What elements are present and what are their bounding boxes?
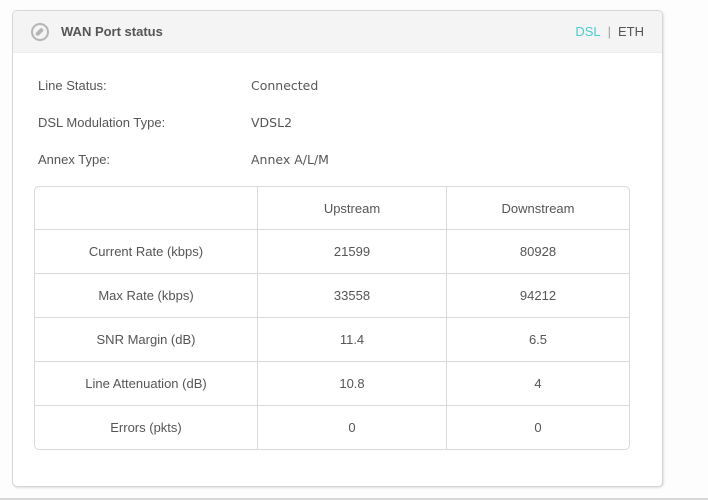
info-row-annex-type: Annex Type: Annex A/L/M — [38, 141, 662, 178]
table-row-label: SNR Margin (dB) — [35, 317, 257, 361]
wan-status-dial-icon — [31, 22, 49, 41]
table-row-snr-margin: SNR Margin (dB) 11.4 6.5 — [35, 317, 629, 361]
table-cell-upstream: 21599 — [257, 229, 446, 273]
tab-eth[interactable]: ETH — [618, 24, 644, 39]
tab-separator: | — [607, 24, 611, 39]
info-value-dsl-modulation: VDSL2 — [251, 115, 293, 130]
table-header-row: Upstream Downstream — [35, 187, 629, 229]
panel-title: WAN Port status — [61, 24, 163, 39]
dsl-stats-table: Upstream Downstream Current Rate (kbps) … — [34, 186, 630, 450]
info-label-dsl-modulation: DSL Modulation Type: — [38, 115, 166, 130]
info-label-annex-type: Annex Type: — [38, 152, 111, 167]
table-header-metric — [35, 187, 257, 229]
table-cell-downstream: 0 — [446, 405, 629, 449]
panel-body: Line Status: Connected DSL Modulation Ty… — [13, 53, 662, 450]
wan-port-status-panel: WAN Port status DSL | ETH Line Status: C… — [12, 10, 663, 487]
table-row-max-rate: Max Rate (kbps) 33558 94212 — [35, 273, 629, 317]
info-label-line-status: Line Status: — [38, 78, 107, 93]
table-cell-upstream: 10.8 — [257, 361, 446, 405]
table-cell-upstream: 33558 — [257, 273, 446, 317]
info-value-annex-type: Annex A/L/M — [251, 152, 329, 167]
table-header-downstream: Downstream — [446, 187, 629, 229]
table-cell-downstream: 94212 — [446, 273, 629, 317]
panel-header: WAN Port status DSL | ETH — [13, 11, 662, 53]
table-cell-upstream: 11.4 — [257, 317, 446, 361]
info-row-dsl-modulation: DSL Modulation Type: VDSL2 — [38, 104, 662, 141]
table-cell-upstream: 0 — [257, 405, 446, 449]
table-row-label: Errors (pkts) — [35, 405, 257, 449]
table-row-line-attenuation: Line Attenuation (dB) 10.8 4 — [35, 361, 629, 405]
wan-type-tabs: DSL | ETH — [575, 24, 644, 39]
table-row-label: Current Rate (kbps) — [35, 229, 257, 273]
table-row-label: Max Rate (kbps) — [35, 273, 257, 317]
table-row-current-rate: Current Rate (kbps) 21599 80928 — [35, 229, 629, 273]
table-header-upstream: Upstream — [257, 187, 446, 229]
info-value-line-status: Connected — [251, 78, 319, 93]
table-cell-downstream: 80928 — [446, 229, 629, 273]
table-row-label: Line Attenuation (dB) — [35, 361, 257, 405]
table-cell-downstream: 4 — [446, 361, 629, 405]
table-cell-downstream: 6.5 — [446, 317, 629, 361]
info-row-line-status: Line Status: Connected — [38, 67, 662, 104]
tab-dsl[interactable]: DSL — [575, 24, 600, 39]
table-row-errors: Errors (pkts) 0 0 — [35, 405, 629, 449]
